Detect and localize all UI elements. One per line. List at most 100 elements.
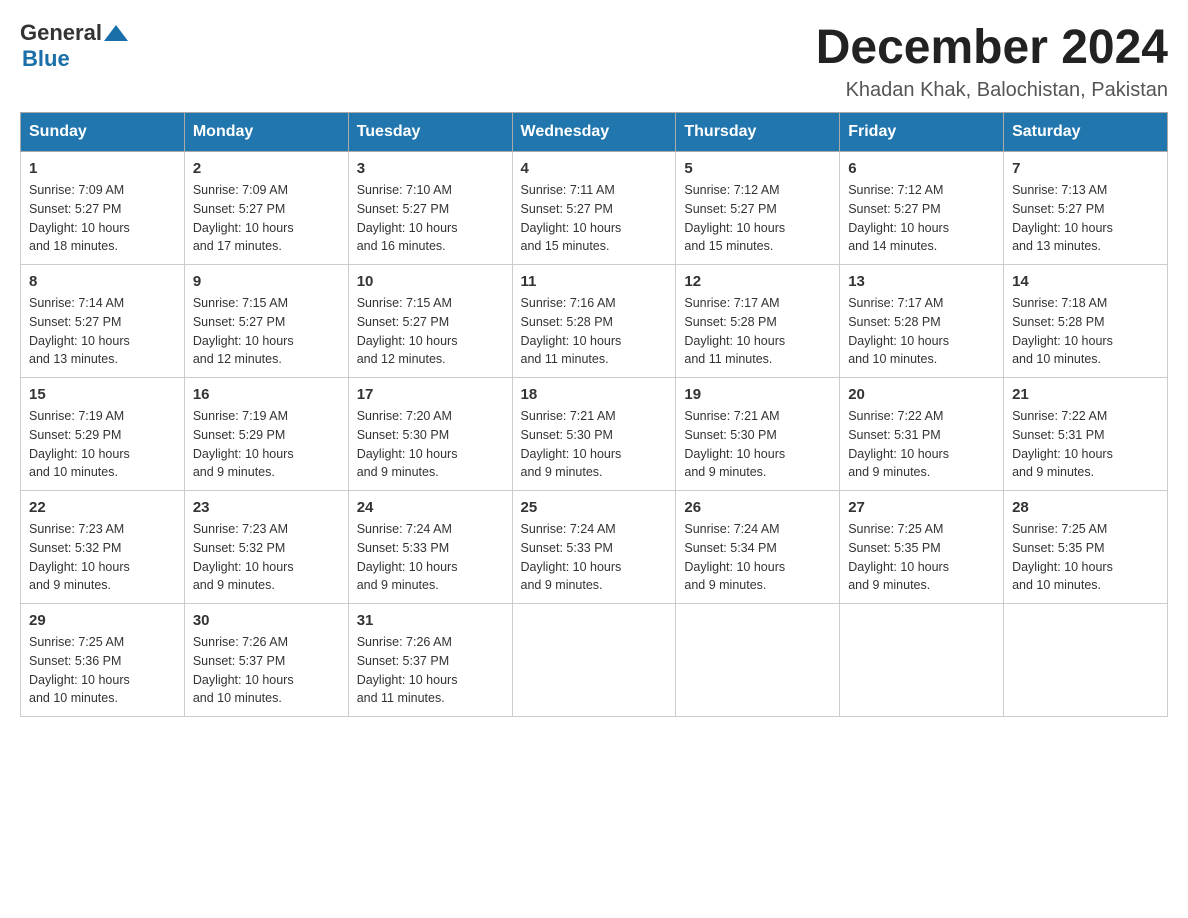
calendar-cell: 14 Sunrise: 7:18 AMSunset: 5:28 PMDayligh…	[1004, 265, 1168, 378]
day-info: Sunrise: 7:12 AMSunset: 5:27 PMDaylight:…	[848, 181, 995, 256]
day-info: Sunrise: 7:25 AMSunset: 5:36 PMDaylight:…	[29, 633, 176, 708]
day-info: Sunrise: 7:21 AMSunset: 5:30 PMDaylight:…	[684, 407, 831, 482]
day-number: 15	[29, 386, 176, 403]
day-info: Sunrise: 7:24 AMSunset: 5:33 PMDaylight:…	[521, 520, 668, 595]
logo: General Blue	[20, 20, 128, 72]
calendar-cell: 5Sunrise: 7:12 AMSunset: 5:27 PMDaylight…	[676, 152, 840, 265]
day-info: Sunrise: 7:09 AMSunset: 5:27 PMDaylight:…	[29, 181, 176, 256]
calendar-cell: 9 Sunrise: 7:15 AMSunset: 5:27 PMDaylight…	[184, 265, 348, 378]
day-info: Sunrise: 7:22 AMSunset: 5:31 PMDaylight:…	[848, 407, 995, 482]
calendar-cell: 24Sunrise: 7:24 AMSunset: 5:33 PMDayligh…	[348, 491, 512, 604]
day-number: 30	[193, 612, 340, 629]
day-info: Sunrise: 7:14 AMSunset: 5:27 PMDaylight:…	[29, 294, 176, 369]
day-number: 16	[193, 386, 340, 403]
day-number: 1	[29, 160, 176, 177]
day-info: Sunrise: 7:21 AMSunset: 5:30 PMDaylight:…	[521, 407, 668, 482]
calendar-cell: 16 Sunrise: 7:19 AMSunset: 5:29 PMDayligh…	[184, 378, 348, 491]
day-number: 3	[357, 160, 504, 177]
day-number: 25	[521, 499, 668, 516]
day-info: Sunrise: 7:17 AMSunset: 5:28 PMDaylight:…	[684, 294, 831, 369]
calendar-cell: 17 Sunrise: 7:20 AMSunset: 5:30 PMDayligh…	[348, 378, 512, 491]
calendar-week-row: 29Sunrise: 7:25 AMSunset: 5:36 PMDayligh…	[21, 604, 1168, 717]
day-info: Sunrise: 7:26 AMSunset: 5:37 PMDaylight:…	[357, 633, 504, 708]
day-info: Sunrise: 7:19 AMSunset: 5:29 PMDaylight:…	[193, 407, 340, 482]
weekday-header-saturday: Saturday	[1004, 113, 1168, 152]
day-info: Sunrise: 7:17 AMSunset: 5:28 PMDaylight:…	[848, 294, 995, 369]
day-number: 14	[1012, 273, 1159, 290]
calendar-cell: 18 Sunrise: 7:21 AMSunset: 5:30 PMDayligh…	[512, 378, 676, 491]
day-number: 11	[521, 273, 668, 290]
day-number: 8	[29, 273, 176, 290]
day-info: Sunrise: 7:23 AMSunset: 5:32 PMDaylight:…	[29, 520, 176, 595]
day-info: Sunrise: 7:09 AMSunset: 5:27 PMDaylight:…	[193, 181, 340, 256]
day-number: 7	[1012, 160, 1159, 177]
calendar-cell: 10 Sunrise: 7:15 AMSunset: 5:27 PMDayligh…	[348, 265, 512, 378]
day-number: 12	[684, 273, 831, 290]
calendar-cell: 30 Sunrise: 7:26 AMSunset: 5:37 PMDayligh…	[184, 604, 348, 717]
page-header: General Blue December 2024 Khadan Khak, …	[20, 20, 1168, 102]
day-info: Sunrise: 7:11 AMSunset: 5:27 PMDaylight:…	[521, 181, 668, 256]
logo-blue-text: Blue	[22, 46, 70, 72]
calendar-cell: 4 Sunrise: 7:11 AMSunset: 5:27 PMDaylight…	[512, 152, 676, 265]
day-number: 22	[29, 499, 176, 516]
month-year-title: December 2024	[816, 20, 1168, 75]
day-number: 18	[521, 386, 668, 403]
day-info: Sunrise: 7:24 AMSunset: 5:33 PMDaylight:…	[357, 520, 504, 595]
weekday-header-monday: Monday	[184, 113, 348, 152]
day-number: 9	[193, 273, 340, 290]
calendar-cell: 23Sunrise: 7:23 AMSunset: 5:32 PMDayligh…	[184, 491, 348, 604]
day-number: 23	[193, 499, 340, 516]
calendar-cell: 25 Sunrise: 7:24 AMSunset: 5:33 PMDayligh…	[512, 491, 676, 604]
day-number: 31	[357, 612, 504, 629]
calendar-cell: 1 Sunrise: 7:09 AMSunset: 5:27 PMDaylight…	[21, 152, 185, 265]
weekday-header-friday: Friday	[840, 113, 1004, 152]
day-info: Sunrise: 7:19 AMSunset: 5:29 PMDaylight:…	[29, 407, 176, 482]
day-info: Sunrise: 7:22 AMSunset: 5:31 PMDaylight:…	[1012, 407, 1159, 482]
calendar-cell: 15 Sunrise: 7:19 AMSunset: 5:29 PMDayligh…	[21, 378, 185, 491]
day-number: 10	[357, 273, 504, 290]
day-number: 17	[357, 386, 504, 403]
day-number: 2	[193, 160, 340, 177]
calendar-week-row: 1 Sunrise: 7:09 AMSunset: 5:27 PMDaylight…	[21, 152, 1168, 265]
day-info: Sunrise: 7:10 AMSunset: 5:27 PMDaylight:…	[357, 181, 504, 256]
day-number: 4	[521, 160, 668, 177]
calendar-cell: 8 Sunrise: 7:14 AMSunset: 5:27 PMDaylight…	[21, 265, 185, 378]
day-info: Sunrise: 7:13 AMSunset: 5:27 PMDaylight:…	[1012, 181, 1159, 256]
day-number: 26	[684, 499, 831, 516]
calendar-week-row: 15 Sunrise: 7:19 AMSunset: 5:29 PMDayligh…	[21, 378, 1168, 491]
calendar-cell: 12 Sunrise: 7:17 AMSunset: 5:28 PMDayligh…	[676, 265, 840, 378]
calendar-cell: 20Sunrise: 7:22 AMSunset: 5:31 PMDayligh…	[840, 378, 1004, 491]
day-info: Sunrise: 7:24 AMSunset: 5:34 PMDaylight:…	[684, 520, 831, 595]
day-number: 13	[848, 273, 995, 290]
title-block: December 2024 Khadan Khak, Balochistan, …	[816, 20, 1168, 102]
calendar-cell: 3 Sunrise: 7:10 AMSunset: 5:27 PMDaylight…	[348, 152, 512, 265]
day-number: 27	[848, 499, 995, 516]
calendar-week-row: 8 Sunrise: 7:14 AMSunset: 5:27 PMDaylight…	[21, 265, 1168, 378]
logo-general-text: General	[20, 20, 102, 46]
day-info: Sunrise: 7:25 AMSunset: 5:35 PMDaylight:…	[848, 520, 995, 595]
day-info: Sunrise: 7:18 AMSunset: 5:28 PMDaylight:…	[1012, 294, 1159, 369]
calendar-cell: 19 Sunrise: 7:21 AMSunset: 5:30 PMDayligh…	[676, 378, 840, 491]
day-number: 28	[1012, 499, 1159, 516]
calendar-cell: 31 Sunrise: 7:26 AMSunset: 5:37 PMDayligh…	[348, 604, 512, 717]
calendar-cell	[512, 604, 676, 717]
day-info: Sunrise: 7:15 AMSunset: 5:27 PMDaylight:…	[357, 294, 504, 369]
calendar-cell: 29Sunrise: 7:25 AMSunset: 5:36 PMDayligh…	[21, 604, 185, 717]
day-info: Sunrise: 7:20 AMSunset: 5:30 PMDaylight:…	[357, 407, 504, 482]
calendar-cell: 6Sunrise: 7:12 AMSunset: 5:27 PMDaylight…	[840, 152, 1004, 265]
calendar-cell	[1004, 604, 1168, 717]
day-number: 19	[684, 386, 831, 403]
calendar-cell: 26 Sunrise: 7:24 AMSunset: 5:34 PMDayligh…	[676, 491, 840, 604]
calendar-cell: 11 Sunrise: 7:16 AMSunset: 5:28 PMDayligh…	[512, 265, 676, 378]
calendar-cell: 21 Sunrise: 7:22 AMSunset: 5:31 PMDayligh…	[1004, 378, 1168, 491]
calendar-cell: 28 Sunrise: 7:25 AMSunset: 5:35 PMDayligh…	[1004, 491, 1168, 604]
day-number: 21	[1012, 386, 1159, 403]
weekday-header-sunday: Sunday	[21, 113, 185, 152]
day-info: Sunrise: 7:16 AMSunset: 5:28 PMDaylight:…	[521, 294, 668, 369]
day-info: Sunrise: 7:26 AMSunset: 5:37 PMDaylight:…	[193, 633, 340, 708]
weekday-header-row: SundayMondayTuesdayWednesdayThursdayFrid…	[21, 113, 1168, 152]
calendar-cell: 13 Sunrise: 7:17 AMSunset: 5:28 PMDayligh…	[840, 265, 1004, 378]
calendar-week-row: 22 Sunrise: 7:23 AMSunset: 5:32 PMDayligh…	[21, 491, 1168, 604]
day-info: Sunrise: 7:15 AMSunset: 5:27 PMDaylight:…	[193, 294, 340, 369]
day-info: Sunrise: 7:25 AMSunset: 5:35 PMDaylight:…	[1012, 520, 1159, 595]
